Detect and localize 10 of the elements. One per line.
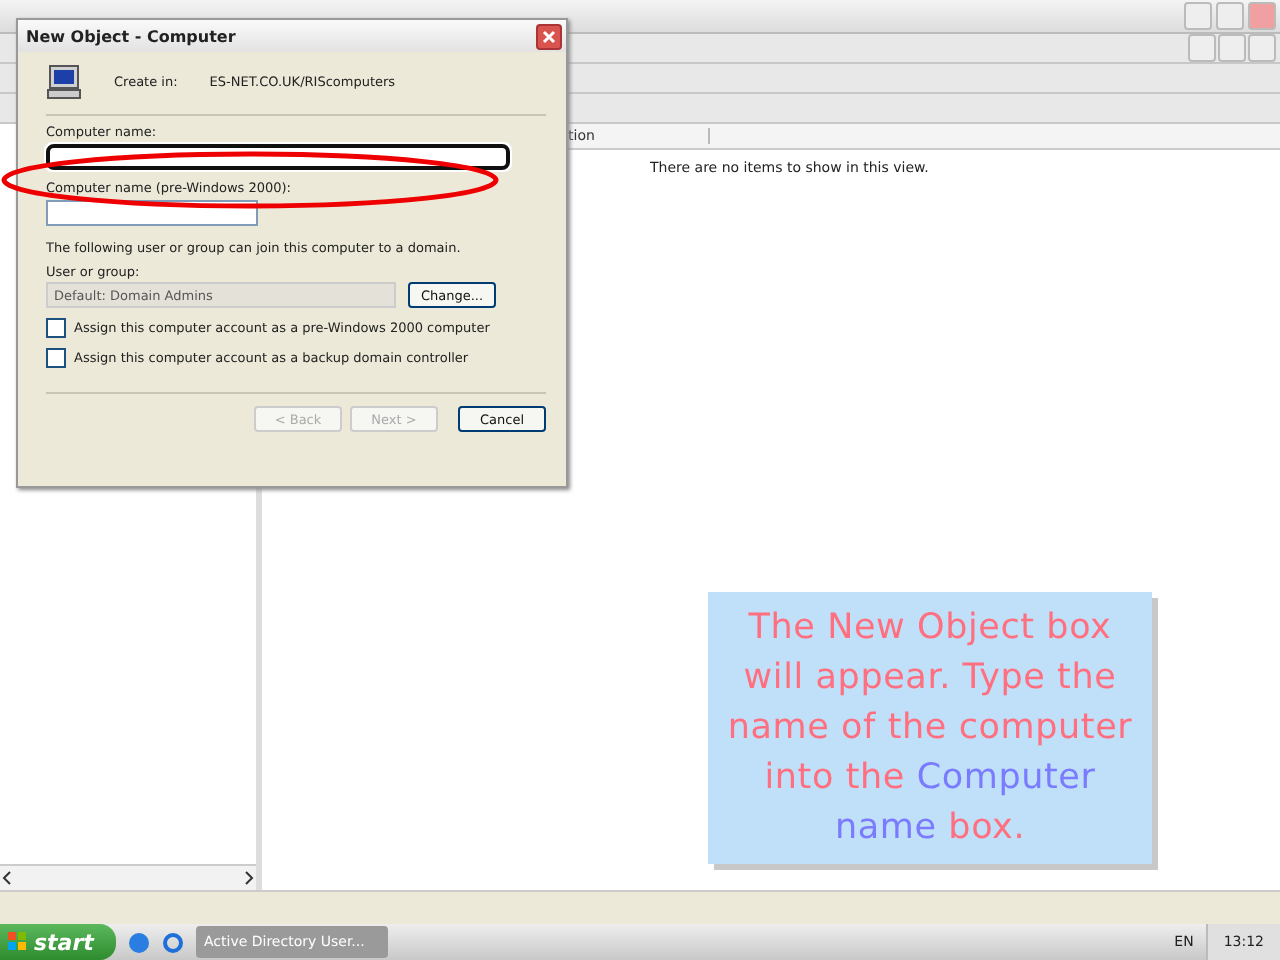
close-button[interactable] bbox=[536, 23, 562, 49]
close-icon bbox=[542, 29, 556, 43]
checkbox[interactable] bbox=[46, 348, 66, 368]
checkbox[interactable] bbox=[46, 318, 66, 338]
callout-text: The New Object box will appear. Type the name of the computer into the Computer name box. bbox=[725, 605, 1135, 851]
computer-icon bbox=[46, 64, 82, 100]
dialog-title: New Object - Computer bbox=[26, 27, 236, 45]
start-button[interactable]: start bbox=[0, 924, 116, 960]
flag-icon bbox=[8, 932, 28, 952]
horizontal-scrollbar[interactable] bbox=[0, 864, 256, 890]
